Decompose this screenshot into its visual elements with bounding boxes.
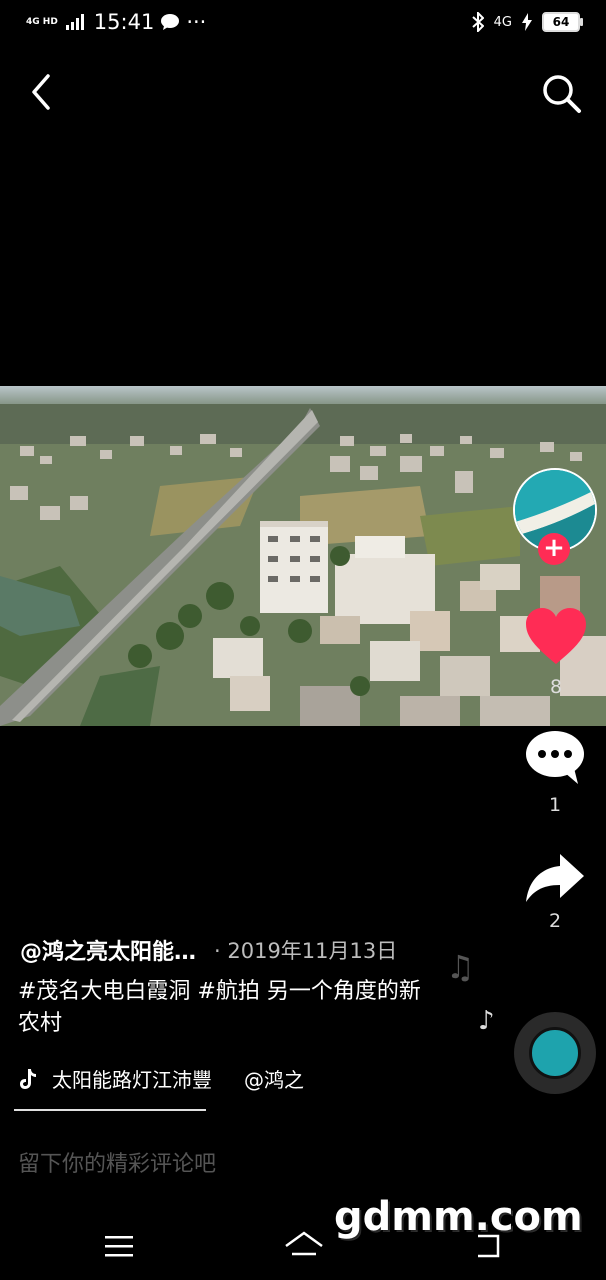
recent-apps-button[interactable] bbox=[104, 1234, 134, 1262]
music-disc-cover bbox=[529, 1027, 581, 1079]
comment-input[interactable]: 留下你的精彩评论吧 bbox=[18, 1146, 216, 1178]
share-count: 2 bbox=[548, 910, 562, 932]
comment-button[interactable] bbox=[524, 728, 586, 786]
overflow-dots: ··· bbox=[186, 10, 207, 34]
music-author: @鸿之 bbox=[244, 1068, 304, 1092]
mobile-data: 4G bbox=[493, 14, 512, 30]
charging-icon bbox=[522, 13, 532, 31]
status-time: 15:41 bbox=[93, 10, 155, 34]
author-line: @鸿之亮太阳能… · 2019年11月13日 bbox=[20, 934, 397, 966]
network-type: 4G HD bbox=[26, 16, 58, 27]
battery-level: 64 bbox=[552, 15, 570, 29]
music-progress-line bbox=[14, 1109, 206, 1111]
video-player[interactable] bbox=[0, 386, 606, 726]
signal-icon bbox=[65, 14, 84, 30]
message-bubble-icon bbox=[161, 14, 180, 30]
music-disc-button[interactable] bbox=[514, 1012, 596, 1094]
watermark: gdmm.com bbox=[334, 1194, 583, 1240]
share-button[interactable] bbox=[524, 852, 586, 904]
heart-icon bbox=[526, 608, 586, 664]
like-count: 8 bbox=[549, 676, 563, 698]
plus-icon: + bbox=[543, 533, 565, 563]
share-arrow-icon bbox=[526, 854, 584, 902]
tiktok-note-icon bbox=[20, 1068, 36, 1089]
follow-button[interactable]: + bbox=[538, 533, 570, 565]
home-icon bbox=[285, 1231, 323, 1256]
music-title: 太阳能路灯江沛豐 bbox=[52, 1068, 212, 1092]
video-caption: #茂名大电白霞洞 #航拍 另一个角度的新农村 bbox=[18, 979, 421, 1036]
music-info[interactable]: 太阳能路灯江沛豐 @鸿之 bbox=[18, 1064, 304, 1093]
battery-indicator: 64 bbox=[542, 12, 583, 32]
back-button[interactable] bbox=[22, 72, 62, 112]
home-button[interactable] bbox=[284, 1230, 324, 1266]
comment-count: 1 bbox=[548, 794, 562, 816]
search-icon bbox=[543, 75, 581, 113]
music-note-icon: ♫ bbox=[446, 948, 475, 986]
music-note-icon: ♪ bbox=[478, 1006, 495, 1036]
chevron-left-icon bbox=[32, 74, 50, 110]
comment-bubble-icon bbox=[526, 731, 584, 784]
status-bar: 4G HD 15:41 ··· 4G 64 bbox=[0, 0, 606, 48]
author-name[interactable]: @鸿之亮太阳能… bbox=[20, 934, 196, 966]
like-button[interactable] bbox=[524, 606, 588, 666]
search-button[interactable] bbox=[540, 72, 582, 114]
bluetooth-icon bbox=[471, 12, 484, 32]
post-date: · 2019年11月13日 bbox=[214, 939, 398, 963]
menu-icon bbox=[105, 1236, 133, 1257]
aerial-village-video-frame bbox=[0, 386, 606, 726]
